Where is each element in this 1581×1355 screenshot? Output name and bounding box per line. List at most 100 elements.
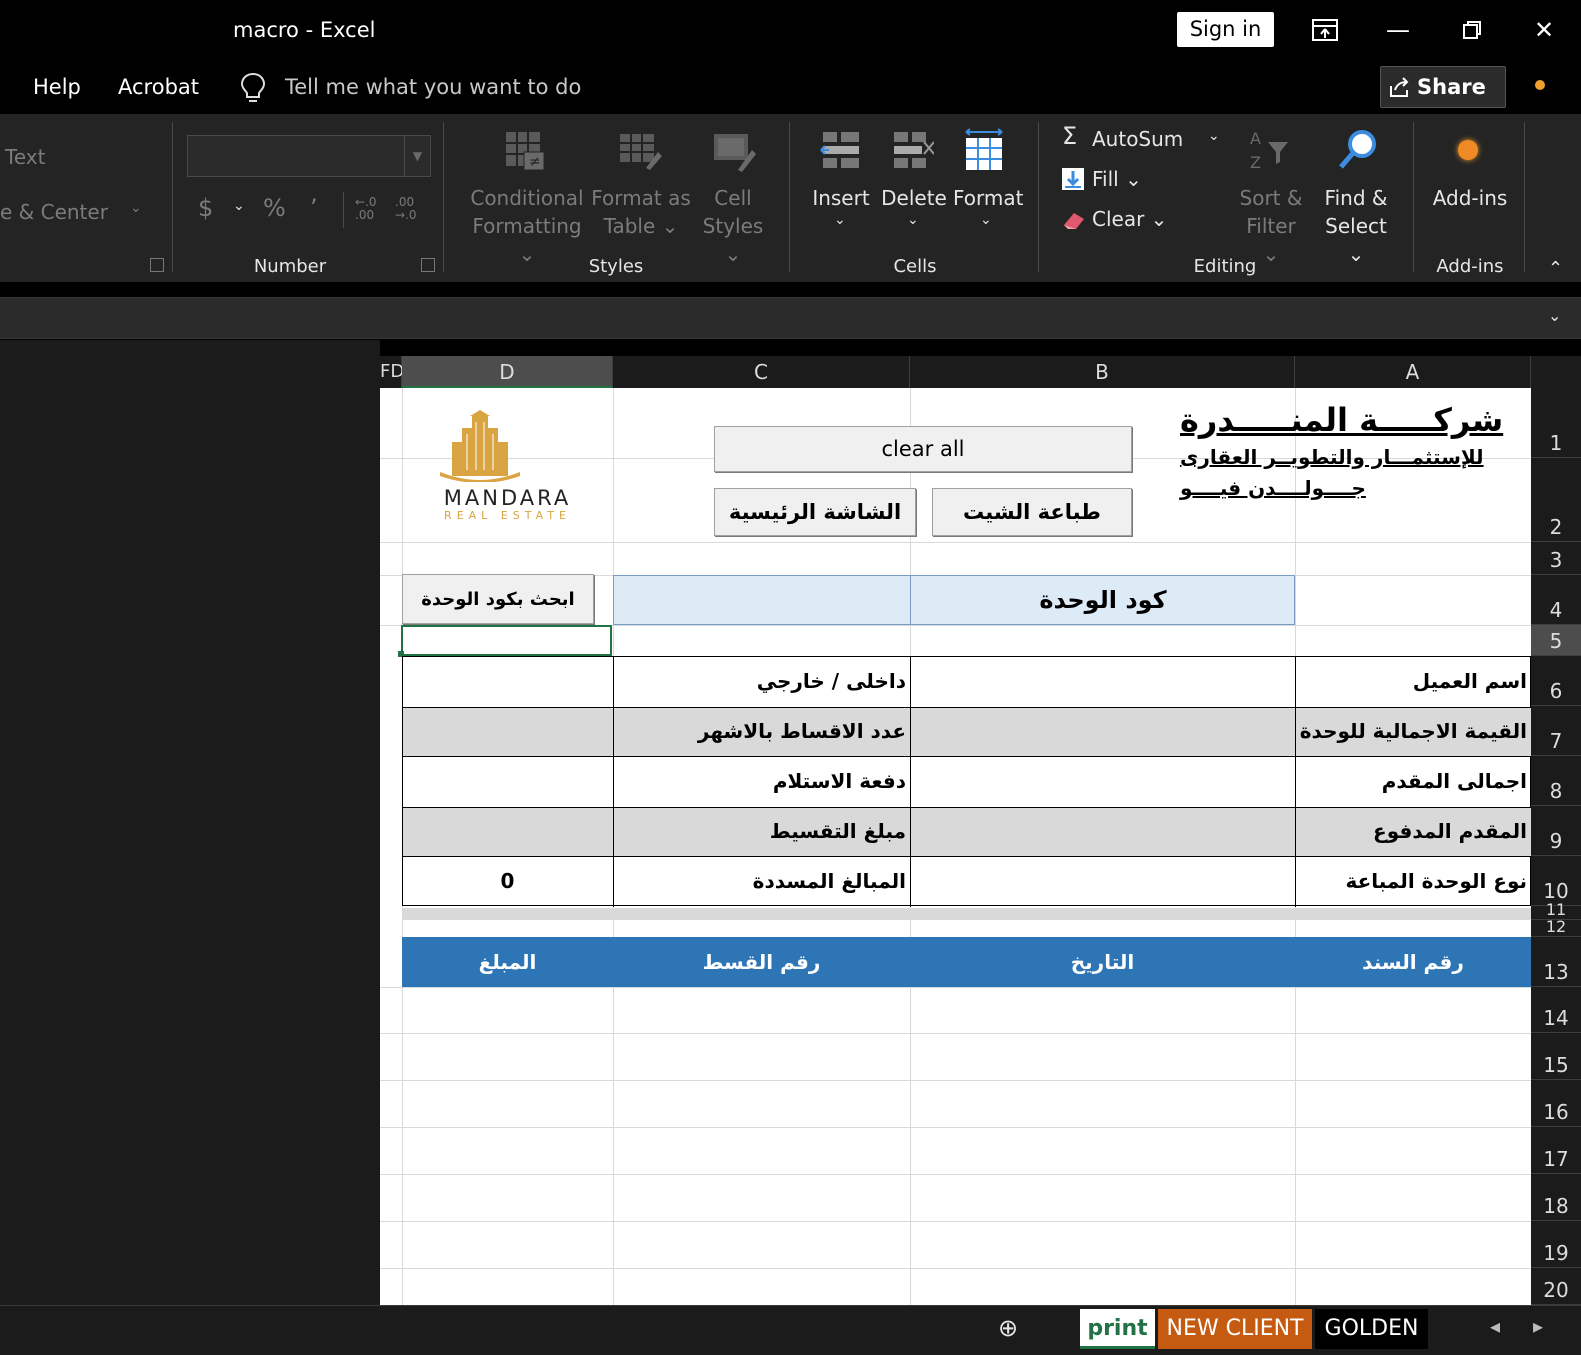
row-header-8[interactable]: 8 [1531, 756, 1581, 806]
clear-all-button[interactable]: clear all [714, 426, 1132, 472]
amounts-paid-value[interactable]: 0 [402, 856, 613, 906]
internal-external-value[interactable] [402, 656, 613, 706]
sold-unit-type-label: نوع الوحدة المباعة [1345, 869, 1527, 893]
row-header-5[interactable]: 5 [1531, 625, 1581, 656]
delivery-payment-value[interactable] [402, 756, 613, 806]
menu-help[interactable]: Help [33, 75, 81, 99]
clear-button[interactable]: Clear ⌄ [1092, 207, 1167, 231]
sign-in-button[interactable]: Sign in [1177, 12, 1274, 47]
row-header-20[interactable]: 20 [1531, 1268, 1581, 1305]
row-header-3[interactable]: 3 [1531, 542, 1581, 575]
selected-cell-d5[interactable] [401, 625, 612, 656]
menu-acrobat[interactable]: Acrobat [118, 75, 199, 99]
cell-styles-label: Cell [714, 186, 752, 210]
row-header-2[interactable]: 2 [1531, 458, 1581, 542]
column-header-fd[interactable]: FD [380, 356, 404, 388]
ribbon-separator [343, 192, 344, 228]
row-header-7[interactable]: 7 [1531, 706, 1581, 756]
find-select-button[interactable]: Find & Select ⌄ [1316, 184, 1396, 268]
row-header-6[interactable]: 6 [1531, 656, 1581, 706]
row-header-1[interactable]: 1 [1531, 388, 1581, 458]
lightbulb-icon [240, 72, 266, 108]
format-button[interactable]: Format [953, 184, 1023, 212]
column-header-a[interactable]: A [1295, 356, 1531, 388]
client-name-label: اسم العميل [1412, 669, 1527, 693]
row-header-10[interactable]: 10 [1531, 856, 1581, 906]
collapse-ribbon-icon[interactable]: ⌃ [1548, 258, 1563, 279]
company-location: جــــولــــدن فيــــو [1180, 476, 1366, 500]
chevron-down-icon[interactable]: ⌄ [233, 198, 245, 214]
wrap-text-button[interactable]: Text [5, 143, 45, 171]
row-header-9[interactable]: 9 [1531, 806, 1581, 856]
dialog-launcher-icon[interactable] [421, 258, 435, 272]
column-header-c[interactable]: C [613, 356, 910, 388]
scroll-tabs-left-icon[interactable]: ◂ [1490, 1314, 1500, 1338]
minimize-icon[interactable]: — [1378, 10, 1418, 50]
print-sheet-button[interactable]: طباعة الشيت [932, 488, 1132, 536]
worksheet[interactable]: شركـــــة المنـــــدرة للإستثمـــار والت… [380, 388, 1531, 1305]
logo-name: MANDARA [443, 486, 572, 510]
group-label-cells: Cells [893, 256, 937, 277]
chevron-down-icon: ⌄ [130, 200, 142, 216]
unit-code-label: كود الوحدة [910, 575, 1295, 625]
currency-button[interactable]: $ [198, 194, 213, 222]
decrease-decimal-button[interactable]: .00 →.0 [395, 196, 417, 222]
cell-styles-button[interactable]: Cell Styles ⌄ [693, 184, 773, 268]
installments-months-label: عدد الاقساط بالاشهر [697, 719, 906, 743]
comma-style-button[interactable]: ’ [310, 194, 318, 222]
close-icon[interactable]: ✕ [1524, 10, 1564, 50]
format-cells-icon [962, 128, 1006, 176]
expand-formula-bar-icon[interactable]: ⌄ [1548, 306, 1561, 325]
row-header-17[interactable]: 17 [1531, 1127, 1581, 1174]
ribbon-separator [1524, 122, 1525, 272]
column-header-b[interactable]: B [910, 356, 1295, 388]
autosum-button[interactable]: AutoSum [1092, 127, 1183, 151]
delete-cells-icon [890, 128, 935, 176]
row-header-13[interactable]: 13 [1531, 937, 1581, 987]
percent-button[interactable]: % [263, 194, 286, 222]
chevron-down-icon[interactable]: ⌄ [907, 212, 919, 228]
row-header-15[interactable]: 15 [1531, 1033, 1581, 1080]
formula-bar[interactable] [0, 297, 1581, 339]
cell-styles-icon [712, 128, 756, 176]
scroll-tabs-right-icon[interactable]: ▸ [1533, 1314, 1543, 1338]
building-logo-icon [440, 410, 520, 486]
menu-bar [0, 62, 1581, 114]
ribbon-display-options-icon[interactable] [1305, 10, 1345, 50]
share-button[interactable]: Share ⌄ [1380, 66, 1506, 138]
tab-golden[interactable]: GOLDEN [1315, 1309, 1428, 1349]
tell-me-search[interactable]: Tell me what you want to do [285, 75, 581, 99]
restore-icon[interactable] [1452, 10, 1492, 50]
row-header-16[interactable]: 16 [1531, 1080, 1581, 1127]
search-by-unit-code-button[interactable]: ابحث بكود الوحدة [402, 574, 594, 624]
tab-new-client[interactable]: NEW CLIENT [1158, 1309, 1312, 1349]
number-format-dropdown[interactable]: ▼ [187, 135, 431, 177]
format-as-table-button[interactable]: Format as Table ⌄ [585, 184, 697, 240]
group-label-add-ins: Add-ins [1436, 256, 1504, 277]
row-header-14[interactable]: 14 [1531, 987, 1581, 1033]
chevron-down-icon[interactable]: ⌄ [1208, 128, 1220, 144]
sort-filter-icon: AZ [1248, 128, 1294, 176]
increase-decimal-button[interactable]: ←.0 .00 [355, 196, 377, 222]
installment-amount-value[interactable] [402, 806, 613, 856]
delete-button[interactable]: Delete [880, 184, 948, 212]
column-header-d[interactable]: D [402, 356, 613, 388]
chevron-down-icon[interactable]: ⌄ [834, 212, 846, 228]
installment-amount-label: مبلغ التقسيط [769, 819, 906, 843]
dialog-launcher-icon[interactable] [150, 258, 164, 272]
company-name: شركـــــة المنـــــدرة [1180, 401, 1504, 439]
add-sheet-icon[interactable]: ⊕ [998, 1314, 1018, 1342]
internal-external-label: داخلى / خارجي [756, 669, 906, 693]
row-header-18[interactable]: 18 [1531, 1174, 1581, 1221]
installments-months-value[interactable] [402, 706, 613, 756]
fill-button[interactable]: Fill ⌄ [1092, 167, 1142, 191]
row-header-19[interactable]: 19 [1531, 1221, 1581, 1268]
chevron-down-icon[interactable]: ⌄ [980, 212, 992, 228]
add-ins-button[interactable]: Add-ins [1430, 184, 1510, 212]
row-header-12[interactable]: 12 [1531, 919, 1581, 937]
merge-center-button[interactable]: e & Center [0, 198, 108, 226]
tab-print[interactable]: print [1080, 1309, 1155, 1349]
home-screen-button[interactable]: الشاشة الرئيسية [714, 488, 916, 536]
row-header-4[interactable]: 4 [1531, 575, 1581, 625]
insert-button[interactable]: Insert [808, 184, 874, 212]
